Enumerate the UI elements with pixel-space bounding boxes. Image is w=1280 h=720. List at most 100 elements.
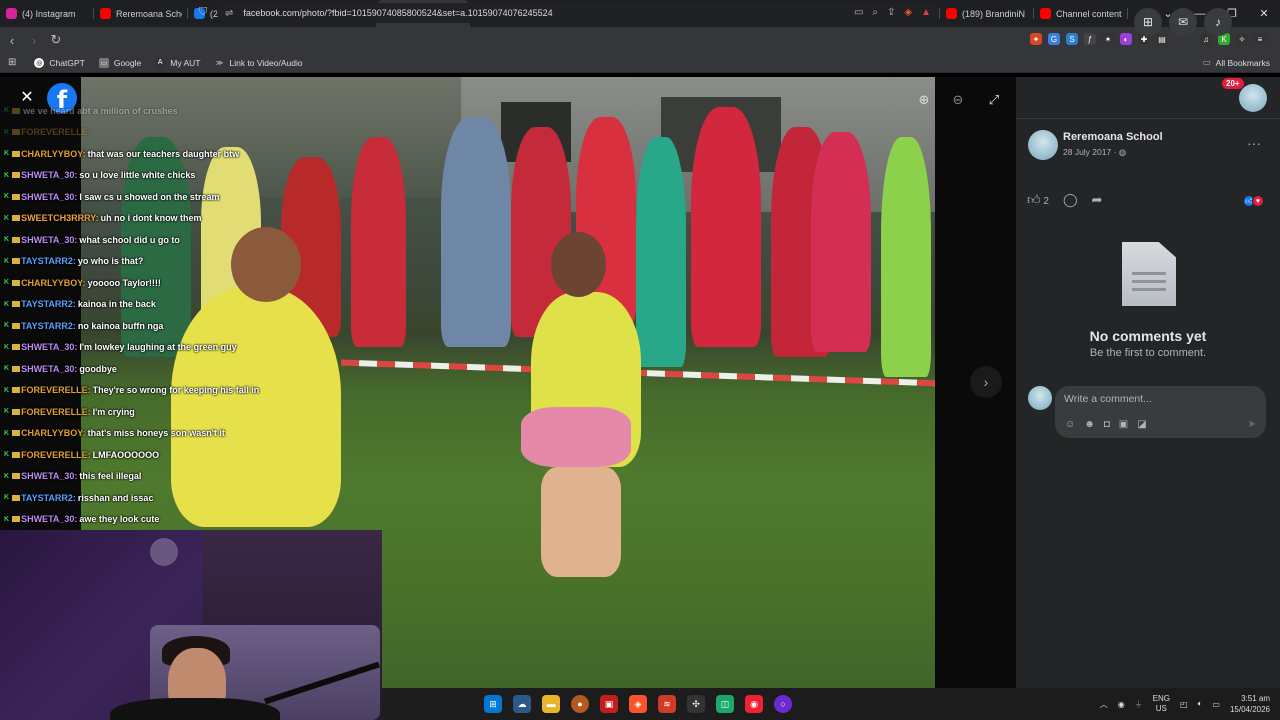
chat-text: no kainoa buffn nga (77, 320, 164, 331)
love-reaction-icon: ♥ (1252, 195, 1264, 207)
zoom-icon[interactable]: ⌕ (872, 7, 878, 18)
url-field[interactable]: ⇌ facebook.com/photo/?fbid=1015907408580… (217, 3, 939, 23)
translate-icon[interactable]: G (1048, 33, 1060, 45)
volume-icon[interactable]: 🔈︎ (1198, 699, 1203, 709)
youtube-icon (1040, 8, 1051, 19)
next-photo-button[interactable]: › (970, 366, 1002, 398)
commenter-avatar[interactable] (1028, 386, 1052, 410)
send-icon[interactable]: ➤ (1248, 419, 1256, 430)
app-tray-icon[interactable]: ◉ (1118, 700, 1125, 709)
brave-rewards-icon[interactable]: ▲ (921, 7, 931, 18)
extension-icon[interactable]: S (1066, 33, 1078, 45)
star-icon[interactable]: ✶ (1102, 33, 1114, 45)
chat-message: K FOREVERELLE: I'm crying (0, 401, 260, 423)
share-icon[interactable]: ⇪ (887, 7, 895, 18)
lang-top: ENG (1152, 694, 1171, 703)
chat-message: K FOREVERELLE: (0, 122, 260, 144)
cast-icon[interactable]: ▭ (854, 7, 863, 18)
app-icon[interactable]: ◉ (745, 695, 763, 713)
figma-icon[interactable]: ✣ (687, 695, 705, 713)
avatar-sticker-icon[interactable]: ☺ (1065, 419, 1075, 430)
menu-icon[interactable]: ≡ (1254, 33, 1266, 45)
chat-message: K TAYSTARR2: kainoa in the back (0, 294, 260, 316)
link-icon: ≫ (215, 59, 224, 67)
profile-avatar[interactable] (1239, 84, 1267, 112)
crown-badge-icon (12, 129, 21, 136)
sticker-icon[interactable]: ◪ (1137, 419, 1146, 430)
camera-icon[interactable]: ◘ (1104, 419, 1110, 430)
chat-message: K SWEETCH3RRRY: uh no i dont know them (0, 208, 260, 230)
notifications-icon[interactable]: ♪ (1204, 8, 1232, 36)
messenger-icon[interactable]: ✉ (1169, 8, 1197, 36)
app-icon[interactable]: ○ (774, 695, 792, 713)
apps-icon[interactable]: ⊞ (8, 57, 16, 68)
chat-message: Kwe ve heard abt a million of crushes (0, 100, 260, 122)
zoom-out-icon[interactable]: ⊖ (948, 92, 968, 112)
formula-icon[interactable]: ƒ (1084, 33, 1096, 45)
close-window-button[interactable]: ✕ (1248, 7, 1280, 20)
app-icon[interactable]: ▣ (600, 695, 618, 713)
chat-text: yooooo Taylor!!!! (87, 277, 161, 288)
crown-badge-icon (12, 430, 21, 437)
reload-button[interactable]: ↻ (46, 32, 66, 48)
clock-date: 15/04/2026 (1229, 705, 1270, 714)
chat-message: K TAYSTARR2: no kainoa buffn nga (0, 315, 260, 337)
network-icon[interactable]: ◰ (1180, 700, 1188, 709)
app-icon[interactable]: ≋ (658, 695, 676, 713)
all-bookmarks-button[interactable]: ▭ All Bookmarks (1203, 57, 1270, 68)
chat-text: we ve heard abt a million of crushes (23, 105, 178, 116)
extension-icon[interactable]: ◐ (1120, 33, 1132, 45)
post-date[interactable]: 28 July 2017 · ◍ (1063, 147, 1126, 158)
language-indicator[interactable]: ENG US (1153, 694, 1170, 714)
microphone-icon[interactable]: ⏚ (1135, 699, 1143, 710)
widgets-icon[interactable]: ☁ (513, 695, 531, 713)
like-button[interactable]: 👍︎ 2 (1027, 192, 1049, 208)
menu-grid-icon[interactable]: ⊞ (1134, 8, 1162, 36)
media-icon[interactable]: ♫ (1200, 33, 1212, 45)
file-explorer-icon[interactable]: ▬ (542, 695, 560, 713)
reaction-summary[interactable]: 👍︎ ♥ (1243, 195, 1264, 207)
folder-icon: ▭ (1202, 57, 1211, 67)
bookmark-star-icon[interactable]: ⛉ (199, 6, 207, 19)
leo-icon[interactable]: ✧ (1236, 33, 1248, 45)
app-icon[interactable]: ● (571, 695, 589, 713)
brave-icon[interactable]: ◈ (629, 695, 647, 713)
browser-tab[interactable]: (4) Instagram (0, 0, 94, 27)
comment-box[interactable]: Write a comment... ☺ ☻ ◘ ▣ ◪ ➤ (1055, 386, 1266, 438)
site-info-icon[interactable]: ⇌ (225, 8, 233, 19)
kick-icon: K (4, 494, 10, 502)
comment-button[interactable]: ◯ (1063, 192, 1078, 208)
chevron-up-icon[interactable]: ︿ (1100, 699, 1108, 710)
crown-badge-icon (12, 451, 21, 458)
browser-tab[interactable]: (189) BrandiniN (940, 0, 1034, 27)
post-author[interactable]: Reremoana School (1063, 131, 1163, 143)
clock[interactable]: 3:51 am 15/04/2026 (1230, 693, 1270, 715)
extension-icon[interactable]: ✦ (1030, 33, 1042, 45)
fullscreen-icon[interactable]: ⤢ (984, 92, 1004, 112)
clock-time: 3:51 am (1241, 694, 1270, 703)
back-button[interactable]: ‹ (2, 33, 22, 48)
app-icon[interactable]: ◫ (716, 695, 734, 713)
author-avatar[interactable] (1028, 130, 1058, 160)
bookmark-link-video[interactable]: ≫ Link to Video/Audio (214, 58, 303, 68)
chat-username: CHARLYYBOY: (21, 277, 86, 288)
gif-icon[interactable]: ▣ (1119, 419, 1128, 430)
crowd-figure (351, 137, 406, 347)
forward-button[interactable]: › (24, 33, 44, 48)
crown-badge-icon (12, 150, 21, 157)
bookmark-chatgpt[interactable]: ◎ ChatGPT (34, 57, 85, 68)
bookmark-my-aut[interactable]: A My AUT (155, 57, 200, 68)
brave-shield-icon[interactable]: ◈ (904, 7, 912, 18)
emoji-icon[interactable]: ☻ (1084, 419, 1095, 430)
start-icon[interactable]: ⊞ (484, 695, 502, 713)
bookmark-google[interactable]: ▭ Google (98, 57, 141, 68)
browser-tab[interactable]: Channel content (1034, 0, 1128, 27)
sidebar-icon[interactable]: ▤ (1156, 33, 1168, 45)
kick-icon: K (4, 300, 10, 308)
battery-icon[interactable]: ▭ (1212, 700, 1220, 709)
share-button[interactable]: ➦ (1092, 192, 1103, 208)
browser-tab[interactable]: Reremoana School (94, 0, 188, 27)
zoom-in-icon[interactable]: ⊕ (914, 92, 934, 112)
chat-text: uh no i dont know them (100, 213, 202, 224)
post-options-icon[interactable]: ··· (1247, 135, 1261, 151)
